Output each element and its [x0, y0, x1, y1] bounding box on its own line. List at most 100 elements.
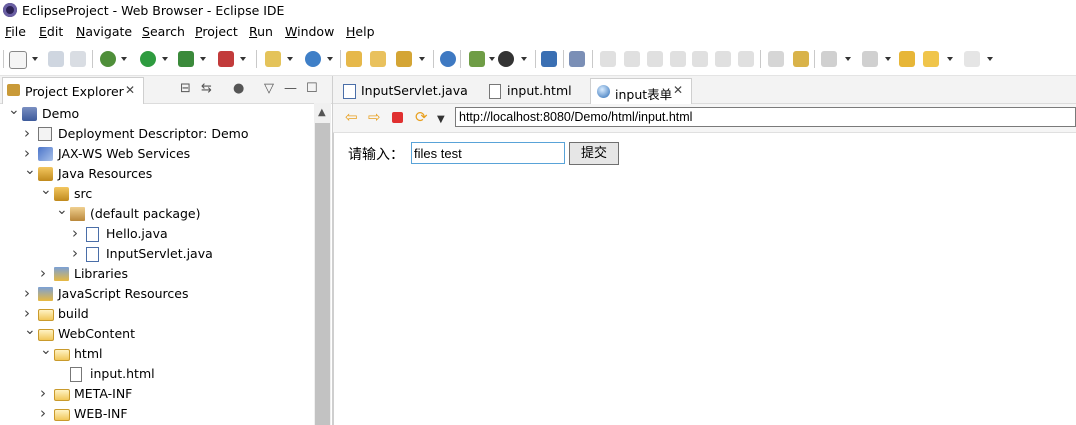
chevron-down-icon[interactable]: ⌄: [40, 340, 52, 360]
chevron-right-icon[interactable]: ›: [40, 383, 46, 403]
forward-arrow-icon[interactable]: [964, 51, 980, 67]
tree-item[interactable]: › WEB-INF: [0, 404, 310, 424]
tree-item[interactable]: › InputServlet.java: [0, 244, 310, 264]
step-return-icon[interactable]: [738, 51, 754, 67]
coverage-dropdown-arrow-icon[interactable]: [200, 57, 206, 61]
text-input[interactable]: [414, 145, 559, 161]
chevron-down-icon[interactable]: ⌄: [56, 200, 68, 220]
back-arrow-icon[interactable]: [923, 51, 939, 67]
menu-run[interactable]: Run: [249, 24, 273, 39]
new-icon[interactable]: [9, 51, 27, 69]
console-icon[interactable]: [541, 51, 557, 67]
chevron-right-icon[interactable]: ›: [40, 263, 46, 283]
new-dropdown-arrow-icon[interactable]: [32, 57, 38, 61]
close-icon[interactable]: ✕: [125, 83, 135, 97]
tab-inputservlet-java[interactable]: InputServlet.java: [337, 78, 479, 103]
scroll-up-icon[interactable]: ▲: [318, 107, 326, 118]
chevron-right-icon[interactable]: ›: [24, 283, 30, 303]
chevron-down-icon[interactable]: ⌄: [40, 180, 52, 200]
suspend-icon[interactable]: [624, 51, 640, 67]
step-over-icon[interactable]: [715, 51, 731, 67]
stop-icon[interactable]: [392, 112, 403, 123]
search-dropdown-arrow-icon[interactable]: [489, 57, 495, 61]
tree-item[interactable]: › JavaScript Resources: [0, 284, 310, 304]
task-dropdown-arrow-icon[interactable]: [419, 57, 425, 61]
url-bar[interactable]: [455, 107, 1076, 127]
open-type-icon[interactable]: [346, 51, 362, 67]
menu-edit[interactable]: Edit: [39, 24, 63, 39]
terminate-icon[interactable]: [647, 51, 663, 67]
save-icon[interactable]: [48, 51, 64, 67]
toggle-mark-occurrences-icon[interactable]: [793, 51, 809, 67]
menu-help[interactable]: Help: [346, 24, 375, 39]
web-service-dropdown-arrow-icon[interactable]: [327, 57, 333, 61]
menu-window[interactable]: Window: [285, 24, 334, 39]
tree-item[interactable]: › Deployment Descriptor: Demo: [0, 124, 310, 144]
text-input-field[interactable]: [411, 142, 565, 164]
refresh-dropdown-arrow-icon[interactable]: ▼: [437, 112, 445, 127]
chevron-down-icon[interactable]: ⌄: [8, 100, 20, 120]
scrollbar-thumb[interactable]: [315, 123, 330, 425]
disconnect-icon[interactable]: [670, 51, 686, 67]
menu-navigate[interactable]: Navigate: [76, 24, 132, 39]
chevron-down-icon[interactable]: ⌄: [24, 160, 36, 180]
new-web-service-icon[interactable]: [305, 51, 321, 67]
previous-annotation-dropdown-arrow-icon[interactable]: [885, 57, 891, 61]
link-with-editor-icon[interactable]: ⇆: [201, 81, 212, 96]
run-server-dropdown-arrow-icon[interactable]: [240, 57, 246, 61]
url-input[interactable]: [459, 109, 1059, 125]
open-task-icon[interactable]: [396, 51, 412, 67]
refresh-icon[interactable]: ⟳: [415, 110, 428, 125]
tree-item[interactable]: ⌄ html: [0, 342, 310, 364]
chevron-right-icon[interactable]: ›: [72, 223, 78, 243]
tree-scrollbar[interactable]: ▲: [314, 103, 331, 425]
chevron-right-icon[interactable]: ›: [72, 243, 78, 263]
tab-project-explorer[interactable]: Project Explorer ✕: [2, 77, 144, 104]
submit-button[interactable]: 提交: [569, 142, 619, 165]
tree-item[interactable]: › build: [0, 304, 310, 324]
browser-globe-icon[interactable]: [440, 51, 456, 67]
new-server-dropdown-arrow-icon[interactable]: [287, 57, 293, 61]
forward-arrow-icon[interactable]: ⇨: [368, 110, 381, 125]
menu-search[interactable]: Search: [142, 24, 185, 39]
new-server-icon[interactable]: [265, 51, 281, 67]
use-step-filters-icon[interactable]: [768, 51, 784, 67]
minimize-icon[interactable]: —: [284, 81, 297, 96]
previous-annotation-icon[interactable]: [862, 51, 878, 67]
step-into-icon[interactable]: [692, 51, 708, 67]
debug-dropdown-arrow-icon[interactable]: [121, 57, 127, 61]
run-dropdown-arrow-icon[interactable]: [162, 57, 168, 61]
tab-input-html[interactable]: input.html: [483, 78, 588, 103]
save-all-icon[interactable]: [70, 51, 86, 67]
chevron-right-icon[interactable]: ›: [24, 123, 30, 143]
chevron-right-icon[interactable]: ›: [40, 403, 46, 423]
profile-icon[interactable]: [498, 51, 514, 67]
next-annotation-dropdown-arrow-icon[interactable]: [845, 57, 851, 61]
tree-item[interactable]: input.html: [0, 364, 310, 384]
maximize-icon[interactable]: ☐: [306, 81, 318, 96]
tree-item[interactable]: › Libraries: [0, 264, 310, 284]
next-annotation-icon[interactable]: [821, 51, 837, 67]
open-folder-icon[interactable]: [370, 51, 386, 67]
forward-dropdown-arrow-icon[interactable]: [987, 57, 993, 61]
back-arrow-icon[interactable]: ⇦: [345, 110, 358, 125]
tree-item[interactable]: › JAX-WS Web Services: [0, 144, 310, 164]
back-dropdown-arrow-icon[interactable]: [947, 57, 953, 61]
close-icon[interactable]: ✕: [673, 83, 683, 97]
resume-icon[interactable]: [600, 51, 616, 67]
tree-item[interactable]: ⌄ (default package): [0, 202, 310, 224]
view-menu-icon[interactable]: ▽: [264, 81, 274, 96]
search-icon[interactable]: [469, 51, 485, 67]
menu-file[interactable]: File: [5, 24, 26, 39]
tree-item[interactable]: ⌄ Demo: [0, 102, 310, 124]
last-edit-location-icon[interactable]: [899, 51, 915, 67]
chevron-down-icon[interactable]: ⌄: [24, 320, 36, 340]
profile-dropdown-arrow-icon[interactable]: [521, 57, 527, 61]
menu-project[interactable]: Project: [195, 24, 238, 39]
tab-input-form[interactable]: input表单 ✕: [590, 78, 692, 104]
focus-icon[interactable]: ●: [233, 81, 244, 96]
tree-item[interactable]: › META-INF: [0, 384, 310, 404]
skip-breakpoints-icon[interactable]: [569, 51, 585, 67]
debug-icon[interactable]: [100, 51, 116, 67]
run-icon[interactable]: [140, 51, 156, 67]
